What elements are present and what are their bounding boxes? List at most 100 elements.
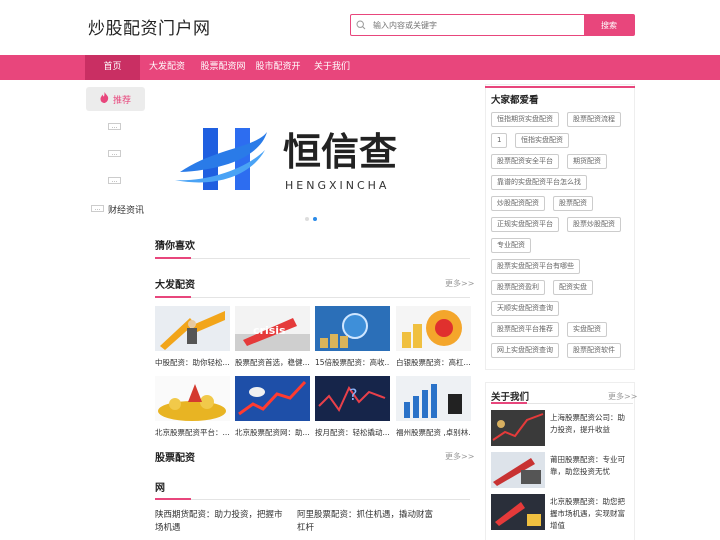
article-thumbnail xyxy=(315,306,390,351)
nav-home[interactable]: 首页 xyxy=(85,55,140,80)
about-article[interactable]: 北京股票配资：助您把握市场机遇，实现财富增值 xyxy=(491,494,631,532)
about-article[interactable]: 上海股票配资公司：助力投资，提升收益 xyxy=(491,410,631,448)
text-article-link[interactable]: 陕西期货配资：助力投资，把握市场机遇 xyxy=(155,509,290,535)
tag-link[interactable]: 恒指实盘配资 xyxy=(515,133,569,148)
article-title[interactable]: 中股配资：助你轻松... xyxy=(155,357,230,368)
article-card[interactable]: 北京股票配资平台：... xyxy=(155,376,230,438)
nav-market-peizi[interactable]: 股市配资开 xyxy=(254,55,302,80)
tag-link[interactable]: 股票配资 xyxy=(553,196,593,211)
article-thumbnail xyxy=(396,306,471,351)
carousel-dot[interactable] xyxy=(305,217,309,221)
sidebar-finance-news[interactable]: 财经资讯 xyxy=(108,203,144,216)
banner-brand-cn: 恒信查 xyxy=(283,129,397,174)
tag-link[interactable]: 网上实盘配资查询 xyxy=(491,343,559,358)
section-divider xyxy=(191,258,470,259)
section-divider xyxy=(191,499,470,500)
section-title-wang: 网 xyxy=(155,483,165,494)
banner-brand-en: HENGXINCHA xyxy=(285,179,389,192)
tag-link[interactable]: 靠谱的实盘配资平台怎么找 xyxy=(491,175,587,190)
carousel-dots xyxy=(305,217,317,221)
article-title[interactable]: 北京股票配资平台：... xyxy=(155,427,230,438)
text-article-link[interactable]: 阿里股票配资：抓住机遇，撬动财富杠杆 xyxy=(297,509,437,535)
tag-link[interactable]: 股票配资平台推荐 xyxy=(491,322,559,337)
section-underline xyxy=(155,257,191,259)
article-title[interactable]: 白银股票配资：高杠... xyxy=(396,357,471,368)
sidebar-placeholder[interactable]: ... xyxy=(108,123,121,130)
more-link-stock[interactable]: 更多>> xyxy=(445,451,474,462)
article-card[interactable]: 中股配资：助你轻松... xyxy=(155,306,230,368)
section-divider xyxy=(527,403,633,404)
about-thumbnail xyxy=(491,494,545,530)
section-underline xyxy=(491,402,527,404)
tag-link[interactable]: 炒股配资配资 xyxy=(491,196,545,211)
article-title[interactable]: 股票配资首选，稳健... xyxy=(235,357,310,368)
sidebar-placeholder[interactable]: ... xyxy=(91,205,104,212)
article-thumbnail xyxy=(155,376,230,421)
article-title[interactable]: 按月配资：轻松撬动... xyxy=(315,427,390,438)
tag-link[interactable]: 正规实盘配资平台 xyxy=(491,217,559,232)
section-title-dafa: 大发配资 xyxy=(155,280,195,291)
article-card[interactable]: crisis 股票配资首选，稳健... xyxy=(235,306,310,368)
section-underline xyxy=(155,296,191,298)
svg-text:?: ? xyxy=(349,385,358,404)
tag-link[interactable]: 股票配资流程 xyxy=(567,112,621,127)
panel-accent xyxy=(485,86,635,88)
section-underline xyxy=(155,498,191,500)
article-thumbnail xyxy=(396,376,471,421)
nav-dafa[interactable]: 大发配资 xyxy=(144,55,190,80)
tag-link[interactable]: 股票配资盈利 xyxy=(491,280,545,295)
sidebar-placeholder[interactable]: ... xyxy=(108,150,121,157)
main-nav: 首页 大发配资 股票配资网 股市配资开 关于我们 xyxy=(0,55,720,80)
recommend-button[interactable]: 推荐 xyxy=(86,87,145,111)
article-thumbnail xyxy=(155,306,230,351)
about-article-title[interactable]: 北京股票配资：助您把握市场机遇，实现财富增值 xyxy=(550,496,630,532)
search-input[interactable] xyxy=(371,15,584,35)
article-title[interactable]: 15倍股票配资：高收... xyxy=(315,357,390,368)
tag-link[interactable]: 股票实盘配资平台有哪些 xyxy=(491,259,580,274)
article-card[interactable]: 白银股票配资：高杠... xyxy=(396,306,471,368)
article-thumbnail xyxy=(235,376,310,421)
section-title-stock: 股票配资 xyxy=(155,453,195,464)
section-divider xyxy=(191,297,470,298)
svg-text:crisis: crisis xyxy=(253,324,286,337)
carousel-dot-active[interactable] xyxy=(313,217,317,221)
search-box: 搜索 xyxy=(350,14,635,36)
tag-link[interactable]: 股票配资安全平台 xyxy=(491,154,559,169)
nav-stock-peizi[interactable]: 股票配资网 xyxy=(198,55,248,80)
recommend-label: 推荐 xyxy=(112,95,131,106)
tag-link[interactable]: 股票配资软件 xyxy=(567,343,621,358)
nav-about[interactable]: 关于我们 xyxy=(312,55,352,80)
article-card[interactable]: 15倍股票配资：高收... xyxy=(315,306,390,368)
hengxincha-logo-mark xyxy=(175,128,267,190)
flame-icon xyxy=(100,92,109,106)
tag-link[interactable]: 专业配资 xyxy=(491,238,531,253)
article-thumbnail: ? xyxy=(315,376,390,421)
article-card[interactable]: 北京股票配资网：助... xyxy=(235,376,310,438)
search-button[interactable]: 搜索 xyxy=(584,15,634,35)
site-logo[interactable]: 炒股配资门户网 xyxy=(88,14,211,39)
tag-link[interactable]: 配资实盘 xyxy=(553,280,593,295)
tag-link[interactable]: 期货配资 xyxy=(567,154,607,169)
tag-link[interactable]: 实盘配资 xyxy=(567,322,607,337)
tag-link[interactable]: 恒指期货实盘配资 xyxy=(491,112,559,127)
more-link-about[interactable]: 更多>> xyxy=(608,391,637,402)
section-title-guess: 猜你喜欢 xyxy=(155,241,195,252)
article-title[interactable]: 北京股票配资网：助... xyxy=(235,427,310,438)
search-icon xyxy=(351,15,371,35)
about-title: 关于我们 xyxy=(491,392,530,403)
article-card[interactable]: ? 按月配资：轻松撬动... xyxy=(315,376,390,438)
popular-title: 大家都爱看 xyxy=(491,95,539,106)
about-article[interactable]: 莆田股票配资：专业可靠，助您投资无忧 xyxy=(491,452,631,490)
about-article-title[interactable]: 莆田股票配资：专业可靠，助您投资无忧 xyxy=(550,454,630,478)
about-article-title[interactable]: 上海股票配资公司：助力投资，提升收益 xyxy=(550,412,630,436)
sidebar-placeholder[interactable]: ... xyxy=(108,177,121,184)
tag-link[interactable]: 股票炒股配资 xyxy=(567,217,621,232)
more-link-dafa[interactable]: 更多>> xyxy=(445,278,474,289)
about-thumbnail xyxy=(491,452,545,488)
article-thumbnail: crisis xyxy=(235,306,310,351)
article-card[interactable]: 福州股票配资 ,卓别林... xyxy=(396,376,471,438)
hero-banner[interactable]: 恒信查 HENGXINCHA xyxy=(155,100,470,215)
article-title[interactable]: 福州股票配资 ,卓别林... xyxy=(396,427,471,438)
tag-link[interactable]: 天顺实盘配资查询 xyxy=(491,301,559,316)
tag-link[interactable]: 1 xyxy=(491,133,508,148)
